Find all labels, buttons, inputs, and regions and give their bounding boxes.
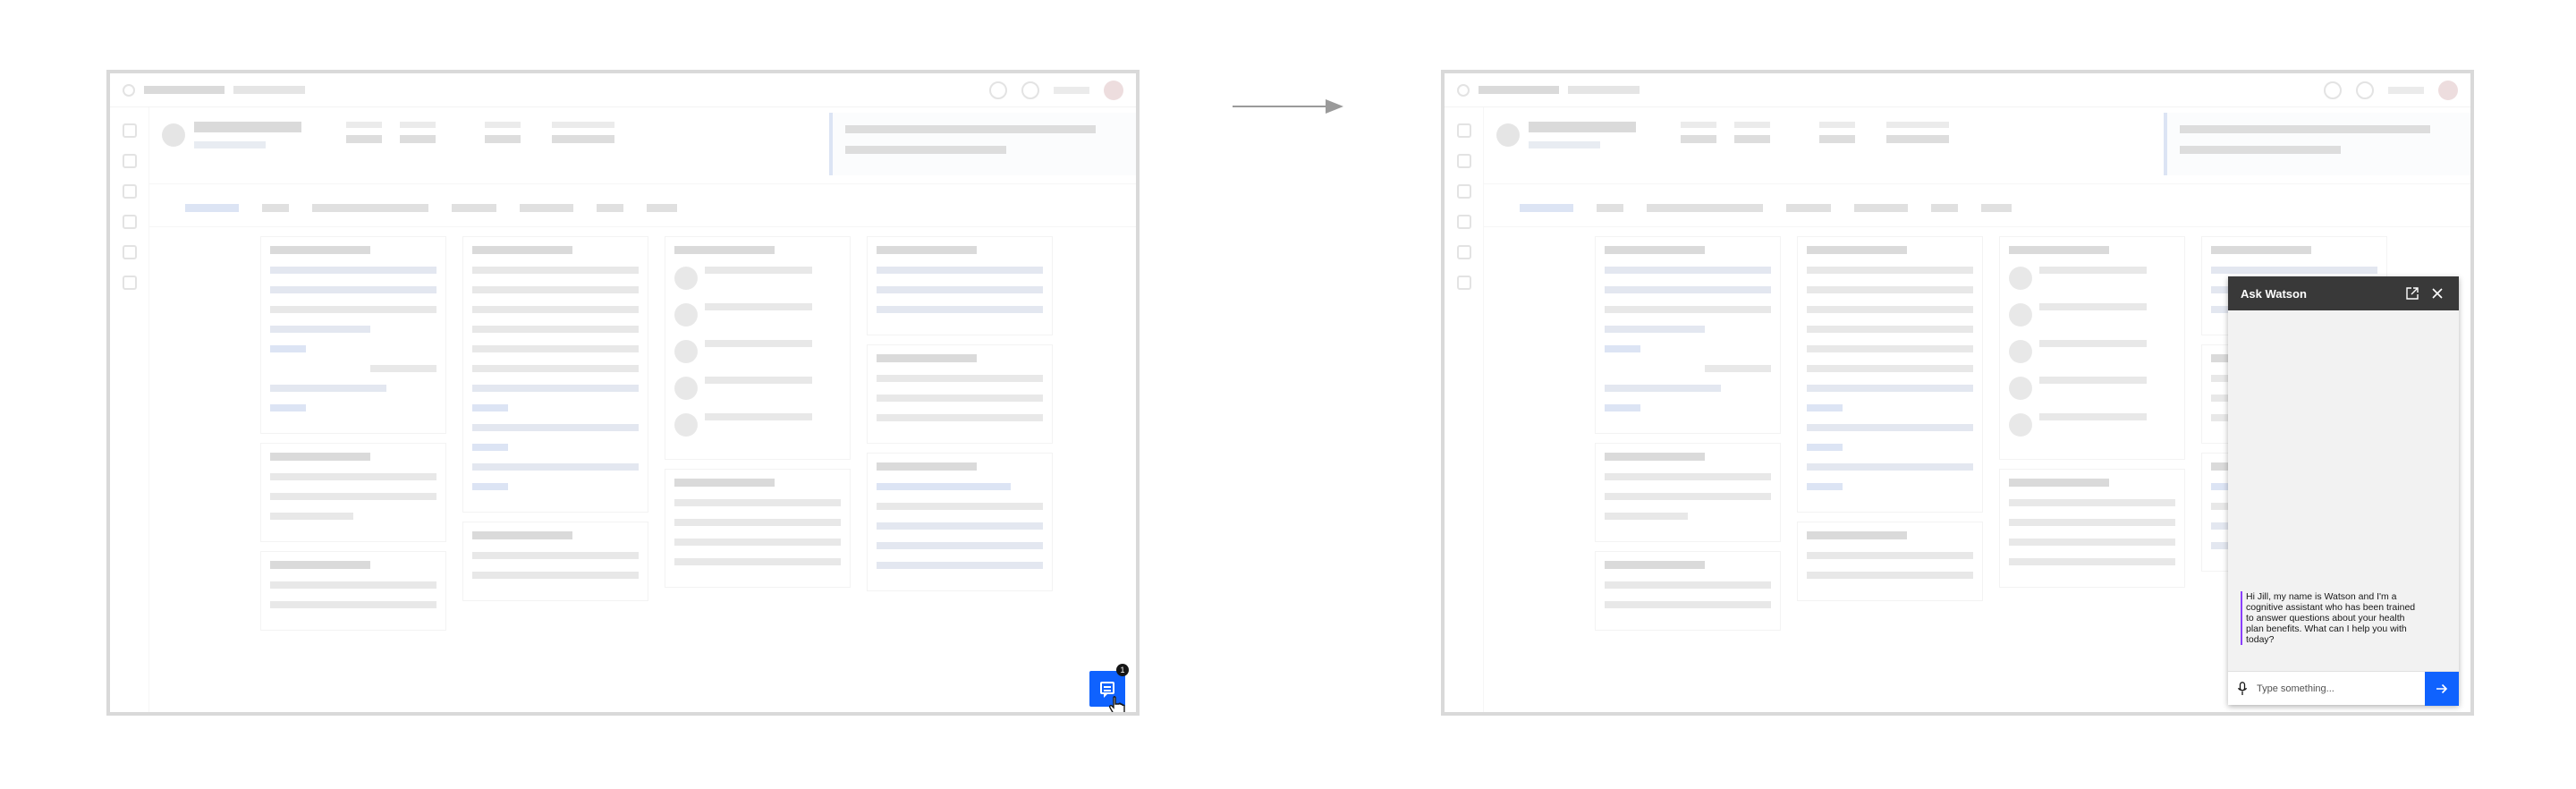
patient-summary	[149, 107, 1136, 184]
app-logo	[1457, 83, 1470, 97]
screen-after: Ask Watson Hi Jill, my name is Watson an…	[1441, 70, 2474, 716]
app-brand-sub-placeholder	[233, 86, 305, 94]
screen-before: 1	[106, 70, 1140, 716]
hand-cursor-icon	[1109, 696, 1125, 712]
background-app-faded	[110, 73, 1136, 712]
app-header	[1445, 73, 2470, 107]
popout-icon	[2406, 287, 2419, 300]
notification-badge: 1	[1116, 664, 1129, 676]
send-arrow-icon	[2436, 683, 2448, 693]
user-name-placeholder	[1054, 87, 1089, 94]
close-button[interactable]	[2428, 284, 2446, 302]
arrow-right-icon	[1233, 99, 1343, 114]
left-rail	[1445, 107, 1484, 712]
watson-greeting-message: Hi Jill, my name is Watson and I'm a cog…	[2241, 591, 2424, 645]
patient-summary	[1484, 107, 2470, 184]
chat-message-input[interactable]	[2257, 683, 2425, 694]
microphone-button[interactable]	[2228, 681, 2257, 696]
column-4	[867, 227, 1053, 591]
chat-icon	[1100, 682, 1114, 698]
column-1	[260, 227, 446, 631]
app-brand-placeholder	[144, 86, 225, 94]
app-header	[110, 73, 1136, 107]
left-rail	[110, 107, 149, 712]
tab-bar	[1484, 184, 2470, 227]
tab-bar	[149, 184, 1136, 227]
help-icon	[989, 81, 1007, 99]
avatar	[1104, 81, 1123, 100]
search-icon	[1021, 81, 1039, 99]
app-logo	[123, 83, 135, 97]
send-button[interactable]	[2425, 671, 2459, 706]
ask-watson-header: Ask Watson	[2228, 276, 2459, 310]
close-icon	[2432, 288, 2443, 299]
ask-watson-panel: Ask Watson Hi Jill, my name is Watson an…	[2228, 276, 2459, 706]
ask-watson-title: Ask Watson	[2241, 286, 2307, 301]
microphone-icon	[2238, 681, 2247, 695]
chat-input-bar	[2228, 671, 2459, 706]
column-3	[665, 227, 851, 588]
popout-button[interactable]	[2403, 284, 2421, 302]
column-2	[462, 227, 648, 601]
